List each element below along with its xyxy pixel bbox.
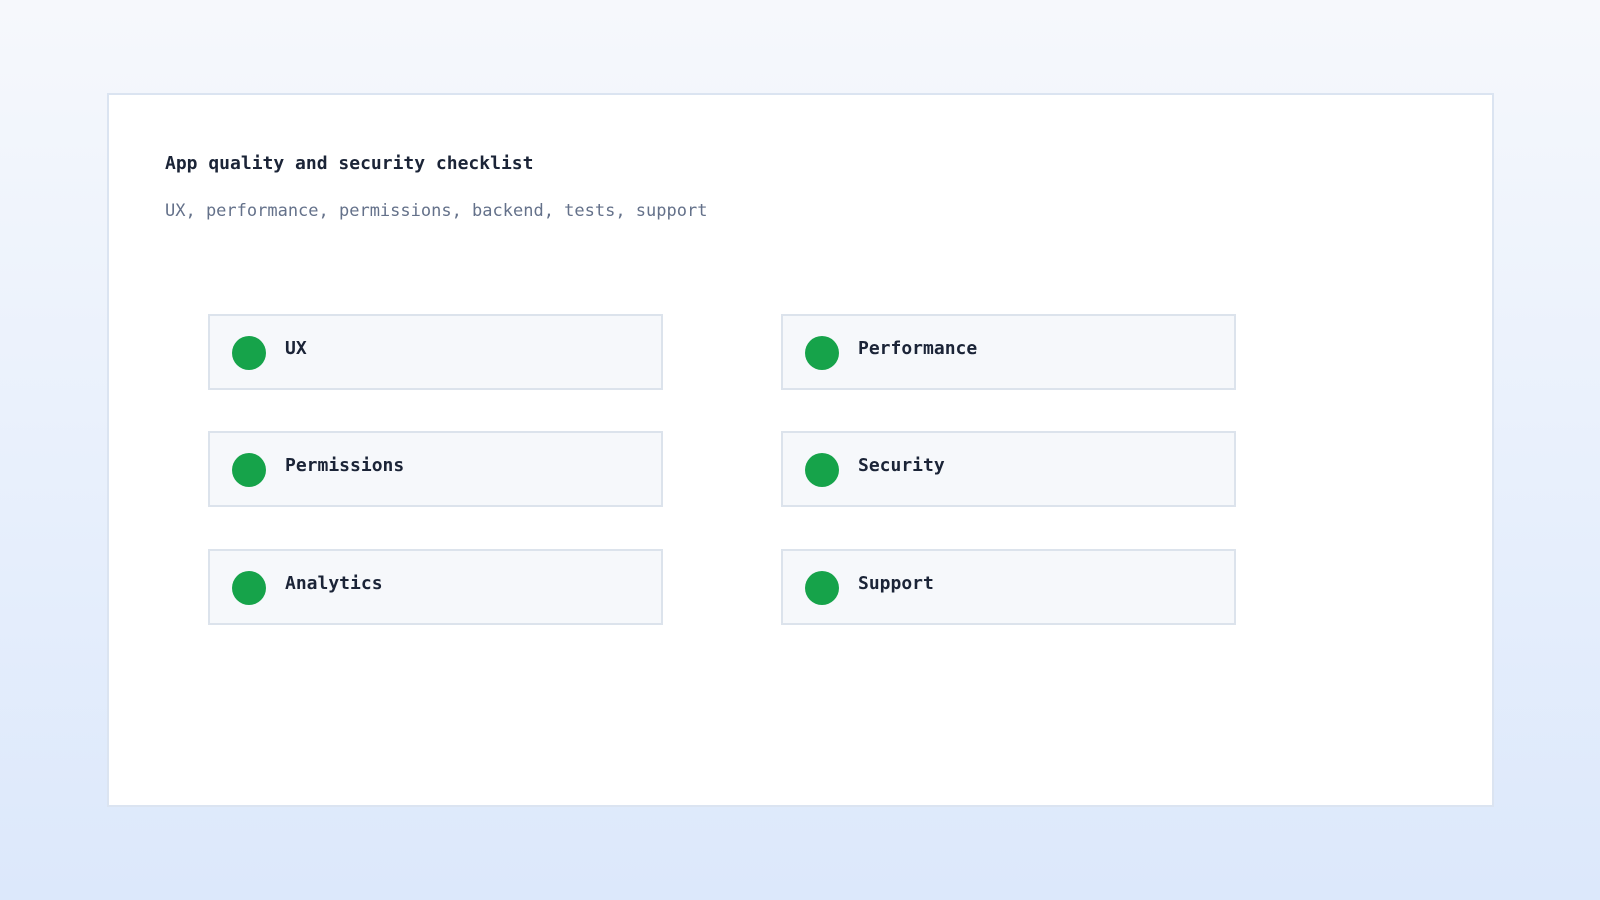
status-dot-icon <box>805 571 839 605</box>
checklist-item-analytics: Analytics <box>208 549 663 625</box>
status-dot-icon <box>232 571 266 605</box>
checklist-item-permissions: Permissions <box>208 431 663 507</box>
checklist-item-label: UX <box>285 338 307 359</box>
checklist-item-label: Analytics <box>285 573 383 594</box>
checklist-item-security: Security <box>781 431 1236 507</box>
checklist-item-performance: Performance <box>781 314 1236 390</box>
checklist-item-label: Permissions <box>285 455 405 476</box>
checklist-item-label: Performance <box>858 338 978 359</box>
checklist-grid: UX Performance Permissions Security Anal… <box>109 95 1492 805</box>
status-dot-icon <box>232 336 266 370</box>
status-dot-icon <box>805 453 839 487</box>
status-dot-icon <box>805 336 839 370</box>
status-dot-icon <box>232 453 266 487</box>
checklist-item-label: Support <box>858 573 934 594</box>
checklist-item-support: Support <box>781 549 1236 625</box>
checklist-item-label: Security <box>858 455 945 476</box>
checklist-item-ux: UX <box>208 314 663 390</box>
checklist-card: App quality and security checklist UX, p… <box>107 93 1494 807</box>
